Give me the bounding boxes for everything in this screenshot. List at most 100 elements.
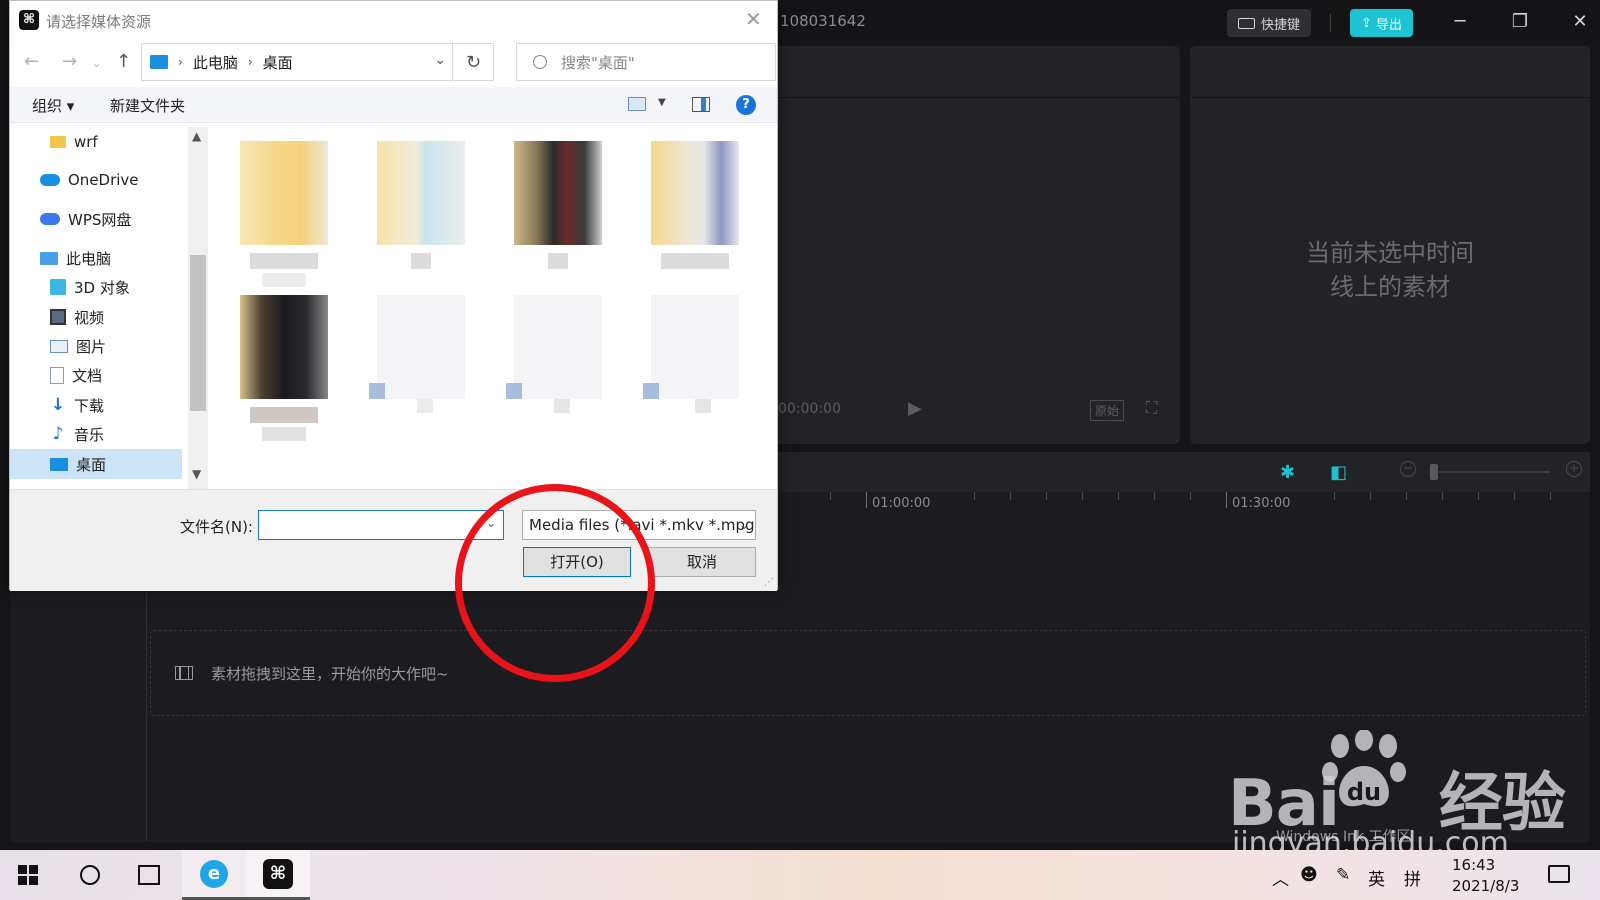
- fullscreen-icon[interactable]: ⛶: [1146, 398, 1157, 418]
- close-window-button[interactable]: ✕: [1562, 8, 1598, 36]
- search-placeholder: 搜索"桌面": [561, 53, 635, 72]
- forward-arrow-icon[interactable]: →: [62, 51, 77, 72]
- export-button[interactable]: ⇪ 导出: [1350, 9, 1413, 37]
- project-title: 108031642: [780, 12, 866, 30]
- taskbar-app-edge[interactable]: e: [182, 850, 246, 900]
- file-grid: [230, 131, 770, 451]
- preview-pane-icon[interactable]: [692, 97, 710, 112]
- tree-item-label: WPS网盘: [68, 210, 132, 229]
- preview-player-panel: 00:00:00 ▶ 原始 ⛶: [760, 46, 1180, 444]
- breadcrumb-desktop[interactable]: 桌面: [263, 52, 293, 73]
- dialog-titlebar: ⌘ 请选择媒体资源 ✕: [10, 1, 777, 39]
- qq-icon[interactable]: ☻: [1300, 865, 1318, 885]
- tree-item-3d-objects[interactable]: 3D 对象: [50, 272, 182, 302]
- tree-item-videos[interactable]: 视频: [50, 302, 182, 332]
- address-dropdown-icon[interactable]: ⌄: [434, 52, 446, 68]
- file-thumbnail[interactable]: [514, 141, 602, 281]
- tree-item-downloads[interactable]: ↓ 下载: [50, 390, 182, 420]
- file-thumbnail[interactable]: [240, 141, 328, 287]
- new-folder-button[interactable]: 新建文件夹: [110, 95, 185, 116]
- export-icon: ⇪: [1361, 15, 1372, 31]
- shortcut-button[interactable]: 快捷键: [1227, 9, 1311, 37]
- tree-item-desktop[interactable]: 桌面: [10, 449, 182, 479]
- file-thumbnail[interactable]: [643, 295, 739, 435]
- scroll-up-icon[interactable]: ▲: [192, 129, 201, 143]
- ime-language[interactable]: 英: [1368, 865, 1385, 890]
- empty-line-2: 线上的素材: [1330, 273, 1450, 301]
- file-thumbnail[interactable]: [651, 141, 739, 281]
- help-icon[interactable]: ?: [736, 95, 756, 115]
- play-icon[interactable]: ▶: [908, 398, 922, 419]
- tree-item-onedrive[interactable]: OneDrive: [40, 165, 182, 195]
- taskbar-app-editor[interactable]: ⌘: [246, 850, 310, 900]
- dialog-footer: 文件名(N): ⌄ Media files (*.avi *.mkv *.mpg…: [10, 489, 777, 591]
- media-drop-zone[interactable]: 素材拖拽到这里，开始你的大作吧~: [150, 630, 1586, 716]
- organize-menu[interactable]: 组织 ▾: [32, 95, 74, 116]
- snap-icon[interactable]: ✱: [1280, 462, 1295, 483]
- split-icon[interactable]: ◧: [1330, 462, 1347, 483]
- tree-item-wrf[interactable]: wrf: [50, 127, 182, 157]
- properties-header: [1190, 46, 1590, 98]
- scroll-down-icon[interactable]: ▼: [192, 467, 201, 481]
- resize-grip-icon[interactable]: ⋰: [764, 577, 774, 588]
- tree-scrollbar[interactable]: ▲ ▼: [188, 127, 208, 489]
- file-thumbnail[interactable]: [506, 295, 602, 435]
- windows-taskbar: e ⌘ ︿ ☻ ✎ 英 拼 16:43 2021/8/3: [0, 850, 1600, 900]
- start-button[interactable]: [18, 865, 38, 885]
- tree-item-label: 图片: [76, 337, 107, 356]
- zoom-in-icon[interactable]: +: [1566, 461, 1582, 477]
- tree-item-pictures[interactable]: 图片: [50, 331, 182, 361]
- ruler-label: 01:30:00: [1232, 496, 1291, 511]
- breadcrumb-this-pc[interactable]: 此电脑: [193, 52, 238, 73]
- search-box[interactable]: 搜索"桌面": [516, 43, 776, 81]
- edge-browser-icon: e: [200, 860, 228, 888]
- drop-hint-text: 素材拖拽到这里，开始你的大作吧~: [211, 664, 449, 683]
- show-hidden-icons-chevron-icon[interactable]: ︿: [1272, 865, 1289, 890]
- dialog-close-icon[interactable]: ✕: [745, 7, 762, 31]
- file-thumbnail[interactable]: [369, 295, 465, 435]
- pen-icon[interactable]: ✎: [1336, 865, 1350, 885]
- file-thumbnail[interactable]: [240, 295, 328, 441]
- highlight-circle-annotation: [455, 484, 655, 682]
- dialog-toolbar: 组织 ▾ 新建文件夹 ▼ ?: [10, 87, 777, 123]
- empty-line-1: 当前未选中时间: [1306, 239, 1474, 267]
- zoom-out-icon[interactable]: −: [1400, 461, 1416, 477]
- change-view-icon[interactable]: [628, 97, 646, 111]
- tree-item-documents[interactable]: 文档: [50, 360, 182, 390]
- wps-cloud-icon: [40, 213, 60, 225]
- scrollbar-thumb[interactable]: [190, 255, 206, 411]
- film-icon: [175, 666, 193, 680]
- address-bar[interactable]: › 此电脑 › 桌面 ⌄: [141, 43, 453, 81]
- recent-locations-icon[interactable]: ⌄: [92, 57, 101, 70]
- tree-item-label: 视频: [74, 308, 105, 327]
- refresh-button[interactable]: ↻: [454, 43, 494, 81]
- tree-item-label: 此电脑: [66, 249, 112, 268]
- file-thumbnail[interactable]: [377, 141, 465, 281]
- tree-item-this-pc[interactable]: 此电脑: [40, 243, 182, 273]
- view-dropdown-icon[interactable]: ▼: [658, 97, 666, 108]
- tree-item-wps-cloud[interactable]: WPS网盘: [40, 204, 182, 234]
- minimize-button[interactable]: ─: [1442, 8, 1478, 36]
- documents-icon: [50, 366, 64, 384]
- clock-time[interactable]: 16:43: [1452, 856, 1495, 874]
- aspect-original-button[interactable]: 原始: [1090, 400, 1125, 421]
- clock-date[interactable]: 2021/8/3: [1452, 877, 1519, 895]
- cancel-button[interactable]: 取消: [648, 547, 756, 577]
- task-view-icon[interactable]: [138, 865, 160, 885]
- tree-item-label: OneDrive: [68, 171, 139, 189]
- maximize-button[interactable]: ❐: [1502, 8, 1538, 36]
- onedrive-icon: [40, 174, 60, 186]
- keyboard-icon: [1237, 17, 1255, 29]
- notification-center-icon[interactable]: [1548, 865, 1570, 883]
- filename-label: 文件名(N):: [180, 518, 253, 536]
- search-circle-icon[interactable]: [80, 865, 100, 885]
- zoom-slider-handle[interactable]: [1430, 464, 1438, 480]
- titlebar-divider: [1330, 14, 1331, 32]
- up-arrow-icon[interactable]: ↑: [116, 51, 131, 72]
- videos-icon: [50, 309, 66, 325]
- ime-mode[interactable]: 拼: [1404, 865, 1421, 890]
- back-arrow-icon[interactable]: ←: [24, 51, 39, 72]
- zoom-slider-track[interactable]: [1430, 471, 1550, 473]
- breadcrumb-separator-icon: ›: [247, 55, 253, 69]
- tree-item-music[interactable]: ♪ 音乐: [50, 419, 182, 449]
